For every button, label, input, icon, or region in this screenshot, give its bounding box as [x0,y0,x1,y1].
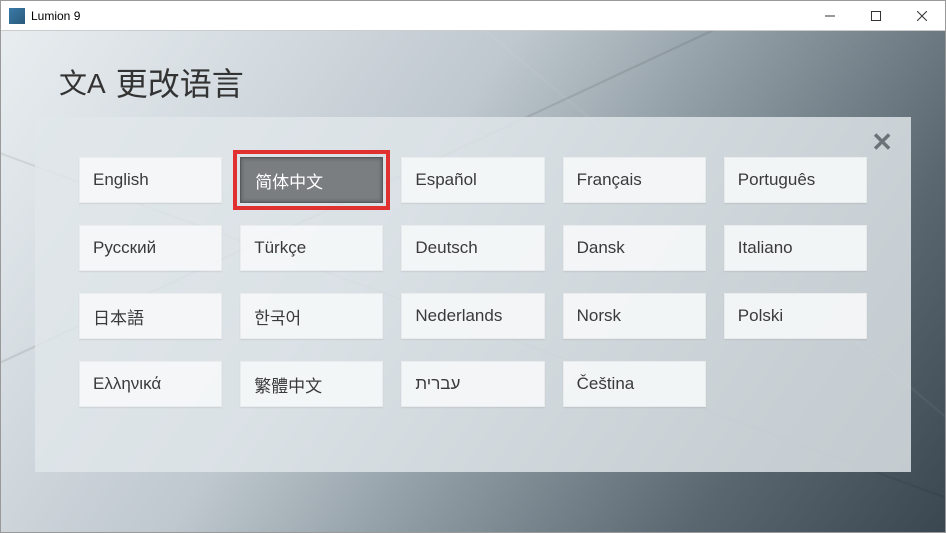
language-label: Čeština [577,374,635,394]
language-option-polish[interactable]: Polski [724,293,867,339]
language-option-danish[interactable]: Dansk [563,225,706,271]
window-title: Lumion 9 [31,9,807,23]
close-window-button[interactable] [899,1,945,30]
language-option-english[interactable]: English [79,157,222,203]
language-label: English [93,170,149,190]
language-label: 한국어 [254,304,301,329]
language-label: Español [415,170,476,190]
maximize-button[interactable] [853,1,899,30]
language-option-portuguese[interactable]: Português [724,157,867,203]
close-panel-button[interactable]: ✕ [871,129,893,155]
minimize-button[interactable] [807,1,853,30]
language-label: Polski [738,306,783,326]
page-header: 文A 更改语言 [1,31,945,117]
language-label: עברית [415,374,460,394]
language-label: Ελληνικά [93,374,161,394]
translate-icon: 文A [59,62,106,102]
language-option-turkish[interactable]: Türkçe [240,225,383,271]
language-option-korean[interactable]: 한국어 [240,293,383,339]
language-panel: ✕ English 简体中文 Español Français Português Рус… [35,117,911,472]
titlebar: Lumion 9 [1,1,945,31]
language-option-spanish[interactable]: Español [401,157,544,203]
app-body: 文A 更改语言 ✕ English 简体中文 Español Français Port… [1,31,945,532]
language-option-japanese[interactable]: 日本語 [79,293,222,339]
page-title: 更改语言 [116,59,244,105]
window-controls [807,1,945,30]
language-option-norwegian[interactable]: Norsk [563,293,706,339]
language-label: Русский [93,238,156,258]
language-label: Türkçe [254,238,306,258]
language-option-hebrew[interactable]: עברית [401,361,544,407]
language-option-russian[interactable]: Русский [79,225,222,271]
app-icon [9,8,25,24]
language-option-german[interactable]: Deutsch [401,225,544,271]
language-label: 繁體中文 [254,372,322,397]
language-grid: English 简体中文 Español Français Português Русск… [79,157,867,407]
app-window: Lumion 9 文A 更改语言 ✕ English 简体中文 Español Fra… [0,0,946,533]
language-label: Italiano [738,238,793,258]
language-label: Français [577,170,642,190]
language-option-italian[interactable]: Italiano [724,225,867,271]
language-option-simplified-chinese[interactable]: 简体中文 [240,157,383,203]
language-label: 日本語 [93,304,144,329]
language-option-french[interactable]: Français [563,157,706,203]
language-label: Dansk [577,238,625,258]
language-label: Nederlands [415,306,502,326]
language-label: Deutsch [415,238,477,258]
language-label: Norsk [577,306,621,326]
language-label: Português [738,170,816,190]
language-option-czech[interactable]: Čeština [563,361,706,407]
language-option-traditional-chinese[interactable]: 繁體中文 [240,361,383,407]
language-option-greek[interactable]: Ελληνικά [79,361,222,407]
language-option-dutch[interactable]: Nederlands [401,293,544,339]
language-label: 简体中文 [255,168,323,193]
